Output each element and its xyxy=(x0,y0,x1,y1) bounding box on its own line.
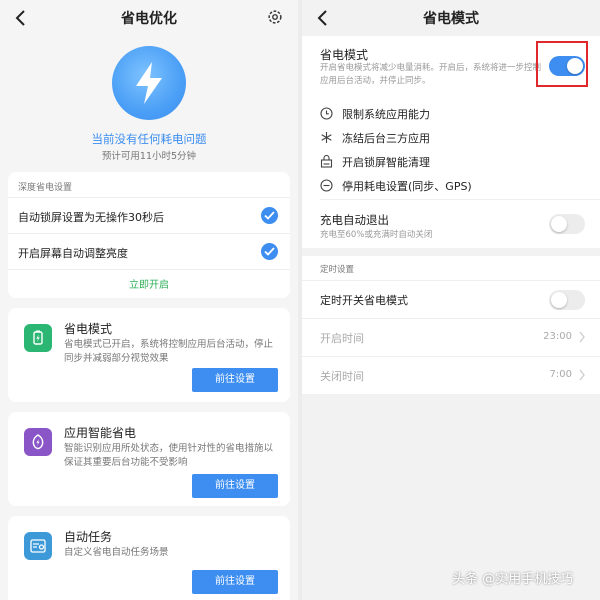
page-title: 省电优化 xyxy=(121,11,177,27)
check-icon[interactable] xyxy=(261,243,278,260)
gear-icon[interactable] xyxy=(266,8,284,26)
left-header: 省电优化 xyxy=(0,0,298,36)
timer-toggle-label: 定时开关省电模式 xyxy=(320,294,408,307)
deep-setting-label: 开启屏幕自动调整亮度 xyxy=(18,247,128,260)
start-time-value: 23:00 xyxy=(543,331,572,342)
power-saving-mode-section: 省电模式 开启省电模式将减少电量消耗。开启后，系统将进一步控制应用后台活动，并停… xyxy=(302,36,600,248)
deep-saving-card: 深度省电设置 自动锁屏设置为无操作30秒后 开启屏幕自动调整亮度 立即开启 xyxy=(8,172,290,298)
go-settings-button[interactable]: 前往设置 xyxy=(192,368,278,392)
battery-estimate: 预计可用11小时5分钟 xyxy=(101,151,197,162)
watermark: 头条 @实用手机技巧 xyxy=(452,572,574,587)
bullet-label: 冻结后台三方应用 xyxy=(342,132,430,145)
feature-title: 自动任务 xyxy=(64,530,113,544)
go-settings-button[interactable]: 前往设置 xyxy=(192,570,278,594)
battery-icon xyxy=(24,324,52,352)
page-title: 省电模式 xyxy=(423,11,479,27)
leaf-bolt-icon xyxy=(24,428,52,456)
enable-now-link[interactable]: 立即开启 xyxy=(8,276,290,291)
snowflake-icon xyxy=(321,132,332,143)
mode-description: 开启省电模式将减少电量消耗。开启后，系统将进一步控制应用后台活动，并停止同步。 xyxy=(320,63,542,86)
mode-title: 省电模式 xyxy=(320,48,369,62)
deep-setting-label: 自动锁屏设置为无操作30秒后 xyxy=(18,211,164,224)
feature-title: 省电模式 xyxy=(64,322,113,336)
deep-setting-auto-brightness[interactable]: 开启屏幕自动调整亮度 xyxy=(8,233,290,269)
end-time-row[interactable]: 关闭时间 7:00 xyxy=(302,356,600,394)
deep-setting-auto-lock[interactable]: 自动锁屏设置为无操作30秒后 xyxy=(8,197,290,233)
bullet-label: 停用耗电设置(同步、GPS) xyxy=(342,180,472,193)
power-status-badge xyxy=(112,46,186,120)
end-time-label: 关闭时间 xyxy=(320,370,364,383)
timer-toggle[interactable] xyxy=(549,290,585,310)
end-time-value: 7:00 xyxy=(549,369,572,380)
bullet-label: 限制系统应用能力 xyxy=(342,108,430,121)
divider xyxy=(320,199,600,200)
feature-description: 省电模式已开启，系统将控制应用后台活动，停止同步并减弱部分视觉效果 xyxy=(64,339,274,364)
timer-settings-section: 定时设置 定时开关省电模式 开启时间 23:00 关闭时间 7:00 xyxy=(302,256,600,394)
feature-title: 应用智能省电 xyxy=(64,426,137,440)
auto-exit-title: 充电自动退出 xyxy=(320,213,389,227)
chevron-right-icon xyxy=(579,369,585,381)
go-settings-button[interactable]: 前往设置 xyxy=(192,474,278,498)
power-optimization-screen: 省电优化 当前没有任何耗电问题 预计可用11小时5分钟 深度省电设置 自动锁屏设… xyxy=(0,0,298,600)
timer-section-label: 定时设置 xyxy=(320,265,355,275)
auto-exit-description: 充电至60%或充满时自动关闭 xyxy=(320,230,433,240)
feature-card-power-saving-mode: 省电模式 省电模式已开启，系统将控制应用后台活动，停止同步并减弱部分视觉效果 前… xyxy=(8,308,290,402)
start-time-row[interactable]: 开启时间 23:00 xyxy=(302,318,600,356)
toggle-knob xyxy=(551,292,567,308)
feature-card-auto-tasks: 自动任务 自定义省电自动任务场景 前往设置 xyxy=(8,516,290,600)
task-toggle-icon xyxy=(24,532,52,560)
clock-icon xyxy=(320,107,333,120)
start-time-label: 开启时间 xyxy=(320,332,364,345)
feature-description: 智能识别应用所处状态，使用针对性的省电措施以保证其重要后台功能不受影响 xyxy=(64,443,274,468)
check-icon[interactable] xyxy=(261,207,278,224)
auto-exit-toggle[interactable] xyxy=(549,214,585,234)
timer-toggle-row[interactable]: 定时开关省电模式 xyxy=(302,280,600,318)
feature-description: 自定义省电自动任务场景 xyxy=(64,547,169,558)
deep-saving-section-title: 深度省电设置 xyxy=(18,183,73,193)
toggle-knob xyxy=(551,216,567,232)
feature-card-app-smart-saving: 应用智能省电 智能识别应用所处状态，使用针对性的省电措施以保证其重要后台功能不受… xyxy=(8,412,290,506)
status-text: 当前没有任何耗电问题 xyxy=(91,132,207,146)
right-header: 省电模式 xyxy=(302,0,600,36)
highlight-box xyxy=(536,41,588,87)
power-saving-mode-screen: 省电模式 省电模式 开启省电模式将减少电量消耗。开启后，系统将进一步控制应用后台… xyxy=(302,0,600,600)
minus-circle-icon xyxy=(320,179,333,192)
lightning-bolt-icon xyxy=(136,62,162,104)
bullet-label: 开启锁屏智能清理 xyxy=(342,156,430,169)
chevron-right-icon xyxy=(579,331,585,343)
lock-clean-icon xyxy=(320,155,333,168)
